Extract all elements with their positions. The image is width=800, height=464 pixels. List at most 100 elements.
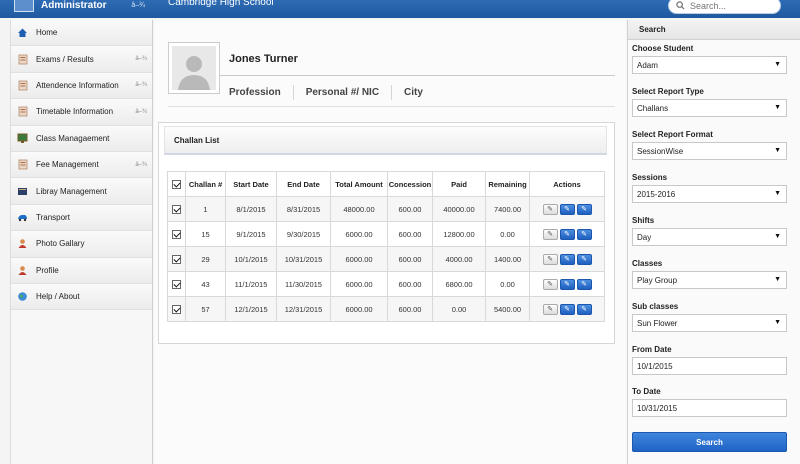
edit-fee-button[interactable]: ✎: [576, 253, 592, 265]
col-remaining[interactable]: Remaining: [485, 171, 530, 197]
checkbox[interactable]: [172, 254, 181, 264]
user-silhouette-icon: [178, 56, 210, 90]
cell-total-amount: 48000.00: [330, 196, 388, 222]
person-icon: [17, 265, 28, 276]
challan-panel: Challan List Challan # Start Date End Da…: [158, 122, 615, 344]
car-icon: [17, 212, 28, 223]
edit-button[interactable]: ✎: [559, 303, 575, 315]
edit-fee-button[interactable]: ✎: [576, 203, 592, 215]
checkbox[interactable]: [172, 179, 181, 189]
edit-fee-button[interactable]: ✎: [576, 303, 592, 315]
top-search-box[interactable]: [668, 0, 781, 14]
table-row: 1 8/1/2015 8/31/2015 48000.00 600.00 400…: [167, 196, 605, 222]
select-all-checkbox[interactable]: [167, 171, 186, 197]
cell-end-date: 8/31/2015: [276, 196, 331, 222]
cell-total-amount: 6000.00: [330, 296, 388, 322]
search-button[interactable]: Search: [632, 432, 787, 452]
sidebar-item-exams[interactable]: Exams / Results â–¾: [11, 46, 152, 73]
field-label: Select Report Format: [632, 130, 713, 139]
cell-actions: ✎ ✎ ✎: [529, 196, 605, 222]
sidebar-item-help[interactable]: Help / About: [11, 283, 152, 311]
row-checkbox-cell[interactable]: [167, 296, 186, 322]
from-date-input[interactable]: 10/1/2015: [632, 357, 787, 375]
sidebar-item-profile[interactable]: Profile: [11, 257, 152, 284]
cell-concession: 600.00: [387, 246, 433, 272]
sessions-select[interactable]: 2015-2016 ▼: [632, 185, 787, 203]
cell-actions: ✎ ✎ ✎: [529, 246, 605, 272]
sessions-field: Sessions 2015-2016 ▼: [632, 173, 787, 203]
col-actions: Actions: [529, 171, 605, 197]
choose-student-select[interactable]: Adam ▼: [632, 56, 787, 74]
col-start-date[interactable]: Start Date: [225, 171, 277, 197]
sidebar-item-photo-gallary[interactable]: Photo Gallary: [11, 231, 152, 258]
report-type-select[interactable]: Challans ▼: [632, 99, 787, 117]
document-icon: [17, 159, 28, 170]
row-checkbox-cell[interactable]: [167, 221, 186, 247]
field-separator: [292, 85, 294, 100]
sidebar-item-label: Class Managaement: [36, 133, 110, 143]
cell-actions: ✎ ✎ ✎: [529, 271, 605, 297]
to-date-field: To Date 10/31/2015: [632, 387, 787, 417]
report-type-field: Select Report Type Challans ▼: [632, 87, 787, 117]
input-value: 10/1/2015: [637, 361, 673, 371]
cell-start-date: 12/1/2015: [225, 296, 277, 322]
edit-button[interactable]: ✎: [559, 228, 575, 240]
checkbox[interactable]: [172, 279, 181, 289]
document-icon: [17, 80, 28, 91]
col-paid[interactable]: Paid: [432, 171, 486, 197]
select-value: SessionWise: [637, 146, 684, 156]
edit-button[interactable]: ✎: [559, 203, 575, 215]
divider: [168, 106, 615, 107]
col-total-amount[interactable]: Total Amount: [330, 171, 388, 197]
row-checkbox-cell[interactable]: [167, 246, 186, 272]
sidebar-item-label: Timetable Information: [36, 107, 114, 117]
edit-button[interactable]: ✎: [559, 253, 575, 265]
checkbox[interactable]: [172, 304, 181, 314]
cell-challan: 1: [185, 196, 226, 222]
edit-fee-button[interactable]: ✎: [576, 228, 592, 240]
cell-paid: 0.00: [432, 296, 486, 322]
view-button[interactable]: ✎: [542, 253, 558, 265]
report-format-select[interactable]: SessionWise ▼: [632, 142, 787, 160]
table-header-row: Challan # Start Date End Date Total Amou…: [167, 171, 605, 197]
sidebar-item-timetable[interactable]: Timetable Information â–¾: [11, 99, 152, 126]
shifts-select[interactable]: Day ▼: [632, 228, 787, 246]
sidebar-item-home[interactable]: Home: [11, 20, 152, 47]
col-concession[interactable]: Concession: [387, 171, 433, 197]
sidebar-item-transport[interactable]: Transport: [11, 204, 152, 232]
checkbox[interactable]: [172, 204, 181, 214]
edit-fee-button[interactable]: ✎: [576, 278, 592, 290]
view-button[interactable]: ✎: [542, 278, 558, 290]
sidebar-item-library[interactable]: Libray Management: [11, 178, 152, 205]
row-checkbox-cell[interactable]: [167, 196, 186, 222]
cell-concession: 600.00: [387, 221, 433, 247]
to-date-input[interactable]: 10/31/2015: [632, 399, 787, 417]
sidebar-item-fee-management[interactable]: Fee Management â–¾: [11, 151, 152, 179]
panel-title: Challan List: [164, 126, 607, 155]
field-label: Sessions: [632, 173, 668, 182]
user-menu[interactable]: Administrator â–¾: [10, 0, 153, 18]
profile-fields: Profession Personal #/ NIC City: [229, 85, 423, 100]
top-bar: Administrator â–¾ Cambridge High School: [0, 0, 800, 18]
view-button[interactable]: ✎: [542, 203, 558, 215]
cell-total-amount: 6000.00: [330, 271, 388, 297]
sidebar-item-attendence[interactable]: Attendence Information â–¾: [11, 72, 152, 100]
checkbox[interactable]: [172, 229, 181, 239]
col-challan[interactable]: Challan #: [185, 171, 226, 197]
cell-concession: 600.00: [387, 271, 433, 297]
edit-button[interactable]: ✎: [559, 278, 575, 290]
classes-select[interactable]: Play Group ▼: [632, 271, 787, 289]
top-search-input[interactable]: [690, 0, 775, 11]
view-button[interactable]: ✎: [542, 303, 558, 315]
cell-end-date: 9/30/2015: [276, 221, 331, 247]
row-checkbox-cell[interactable]: [167, 271, 186, 297]
sidebar-item-class-management[interactable]: Class Managaement: [11, 125, 152, 152]
col-end-date[interactable]: End Date: [276, 171, 331, 197]
table-row: 43 11/1/2015 11/30/2015 6000.00 600.00 6…: [167, 271, 605, 297]
sub-classes-select[interactable]: Sun Flower ▼: [632, 314, 787, 332]
view-button[interactable]: ✎: [542, 228, 558, 240]
cell-actions: ✎ ✎ ✎: [529, 296, 605, 322]
cell-remaining: 1400.00: [485, 246, 530, 272]
sidebar-item-label: Attendence Information: [36, 80, 119, 90]
cell-paid: 4000.00: [432, 246, 486, 272]
